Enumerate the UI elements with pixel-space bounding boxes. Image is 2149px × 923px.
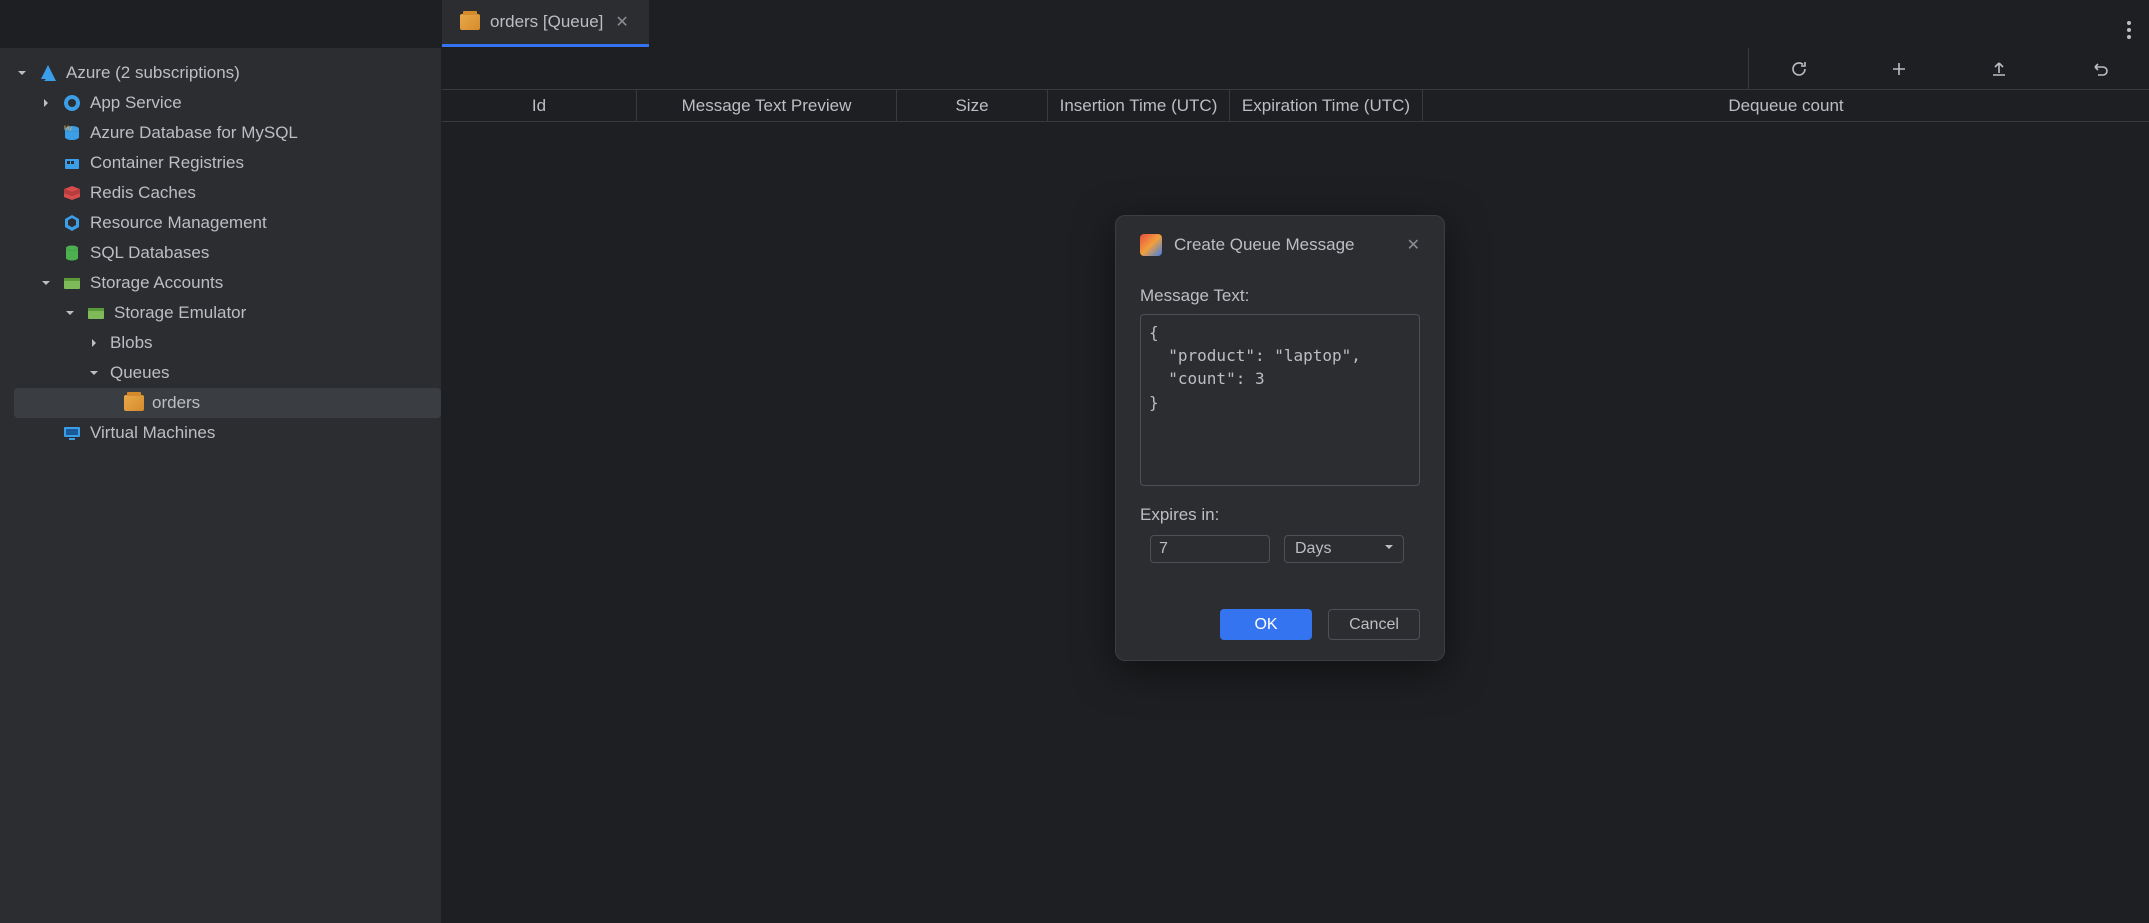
- database-icon: [62, 243, 82, 263]
- message-text-input[interactable]: [1140, 314, 1420, 486]
- refresh-button[interactable]: [1749, 48, 1849, 89]
- resource-management-icon: [62, 213, 82, 233]
- tree-label: Azure Database for MySQL: [90, 123, 298, 143]
- chevron-down-icon: [62, 305, 78, 321]
- container-registry-icon: [62, 153, 82, 173]
- tree-node-blobs[interactable]: Blobs: [14, 328, 441, 358]
- mysql-icon: My: [62, 123, 82, 143]
- queue-table-header: Id Message Text Preview Size Insertion T…: [442, 90, 2149, 122]
- tree-node-redis[interactable]: Redis Caches: [14, 178, 441, 208]
- chevron-down-icon: [14, 65, 30, 81]
- tree-label: orders: [152, 393, 200, 413]
- close-icon[interactable]: ✕: [1407, 235, 1420, 255]
- vm-icon: [62, 423, 82, 443]
- tab-orders-queue[interactable]: orders [Queue] ✕: [442, 0, 649, 47]
- ok-button[interactable]: OK: [1220, 609, 1312, 640]
- undo-icon: [2089, 59, 2109, 79]
- dialog-title: Create Queue Message: [1174, 235, 1395, 255]
- tree-label: Virtual Machines: [90, 423, 215, 443]
- refresh-icon: [1789, 59, 1809, 79]
- tree-node-queues[interactable]: Queues: [14, 358, 441, 388]
- tree-label: Container Registries: [90, 153, 244, 173]
- message-text-label: Message Text:: [1140, 286, 1420, 306]
- expires-value-input[interactable]: [1150, 535, 1270, 563]
- queue-icon: [460, 14, 480, 30]
- queue-icon: [124, 393, 144, 413]
- tree-label: App Service: [90, 93, 182, 113]
- column-header-id[interactable]: Id: [442, 90, 637, 121]
- tree-label: Storage Emulator: [114, 303, 246, 323]
- tree-label: Azure (2 subscriptions): [66, 63, 240, 83]
- column-header-expiration[interactable]: Expiration Time (UTC): [1230, 90, 1423, 121]
- tree-node-resource-management[interactable]: Resource Management: [14, 208, 441, 238]
- rider-icon: [1140, 234, 1162, 256]
- tree-label: Redis Caches: [90, 183, 196, 203]
- azure-icon: [38, 63, 58, 83]
- dequeue-button[interactable]: [1949, 48, 2049, 89]
- upload-icon: [1989, 59, 2009, 79]
- tree-node-azure-root[interactable]: Azure (2 subscriptions): [14, 58, 441, 88]
- tree-node-virtual-machines[interactable]: Virtual Machines: [14, 418, 441, 448]
- chevron-down-icon: [38, 275, 54, 291]
- column-header-preview[interactable]: Message Text Preview: [637, 90, 897, 121]
- tab-title: orders [Queue]: [490, 12, 603, 32]
- redis-icon: [62, 183, 82, 203]
- chevron-down-icon: [1383, 540, 1395, 558]
- tree-node-sql-databases[interactable]: SQL Databases: [14, 238, 441, 268]
- chevron-right-icon: [86, 335, 102, 351]
- tree-label: SQL Databases: [90, 243, 209, 263]
- tree-node-storage-accounts[interactable]: Storage Accounts: [14, 268, 441, 298]
- chevron-right-icon: [38, 95, 54, 111]
- kebab-icon: [2127, 21, 2131, 39]
- tree-label: Resource Management: [90, 213, 267, 233]
- undo-button[interactable]: [2049, 48, 2149, 89]
- svg-text:My: My: [64, 126, 72, 132]
- expires-in-label: Expires in:: [1140, 505, 1420, 525]
- cancel-button[interactable]: Cancel: [1328, 609, 1420, 640]
- tree-label: Blobs: [110, 333, 153, 353]
- app-service-icon: [62, 93, 82, 113]
- expires-unit-value: Days: [1295, 540, 1331, 558]
- expires-unit-select[interactable]: Days: [1284, 535, 1404, 563]
- column-header-size[interactable]: Size: [897, 90, 1048, 121]
- tree-label: Storage Accounts: [90, 273, 223, 293]
- tree-label: Queues: [110, 363, 170, 383]
- azure-explorer-tree: Azure (2 subscriptions) App Service My A…: [0, 48, 442, 923]
- column-header-dequeue[interactable]: Dequeue count: [1423, 90, 2149, 121]
- column-header-insertion[interactable]: Insertion Time (UTC): [1048, 90, 1230, 121]
- plus-icon: [1889, 59, 1909, 79]
- close-icon[interactable]: ✕: [613, 10, 630, 34]
- tree-node-storage-emulator[interactable]: Storage Emulator: [14, 298, 441, 328]
- tree-node-container-registries[interactable]: Container Registries: [14, 148, 441, 178]
- create-queue-message-dialog: Create Queue Message ✕ Message Text: Exp…: [1115, 215, 1445, 661]
- tree-node-app-service[interactable]: App Service: [14, 88, 441, 118]
- tree-node-mysql[interactable]: My Azure Database for MySQL: [14, 118, 441, 148]
- tree-node-orders[interactable]: orders: [14, 388, 441, 418]
- add-message-button[interactable]: [1849, 48, 1949, 89]
- tab-bar: orders [Queue] ✕: [0, 0, 2149, 48]
- tab-more-button[interactable]: [2109, 8, 2149, 39]
- storage-account-icon: [62, 273, 82, 293]
- queue-editor: Id Message Text Preview Size Insertion T…: [442, 48, 2149, 923]
- toolbar: [442, 48, 2149, 90]
- storage-emulator-icon: [86, 303, 106, 323]
- chevron-down-icon: [86, 365, 102, 381]
